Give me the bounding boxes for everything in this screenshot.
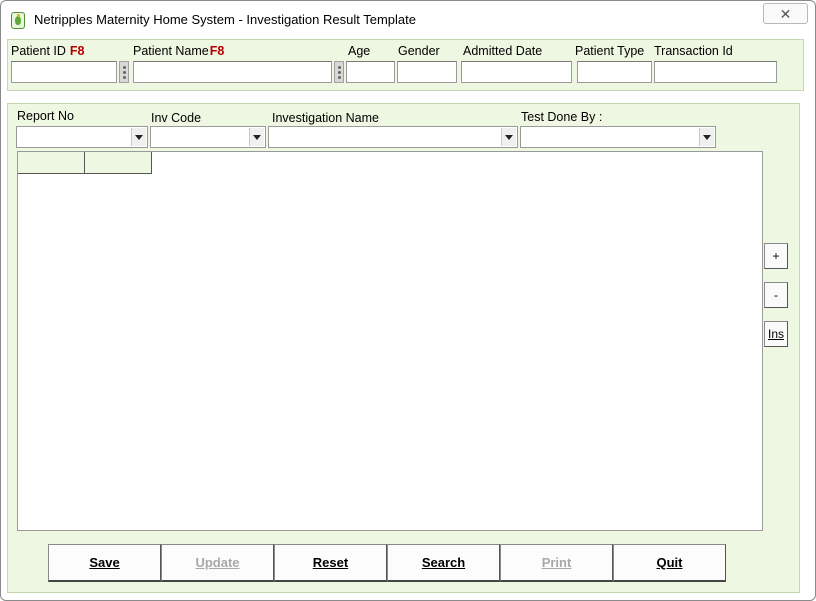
grid-header-cell[interactable] (85, 152, 152, 174)
add-row-button[interactable]: + (764, 243, 788, 269)
investigation-name-label: Investigation Name (272, 111, 380, 125)
results-grid[interactable] (17, 151, 763, 531)
grid-header-row (18, 152, 152, 174)
grid-header-cell[interactable] (18, 152, 85, 174)
chevron-down-icon[interactable] (131, 128, 146, 146)
gender-label: Gender (398, 44, 440, 58)
patient-name-label-text: Patient Name (133, 44, 209, 58)
patient-id-input[interactable] (11, 61, 117, 83)
close-button[interactable]: ✕ (763, 3, 808, 24)
search-button-label: Search (421, 555, 466, 570)
chevron-down-icon[interactable] (699, 128, 714, 146)
update-button[interactable]: Update (161, 544, 274, 582)
report-no-label: Report No (17, 109, 74, 123)
remove-row-button-label: - (774, 288, 778, 302)
print-button-label: Print (541, 555, 572, 570)
search-button[interactable]: Search (387, 544, 500, 582)
patient-type-input[interactable] (577, 61, 652, 83)
transaction-id-label: Transaction Id (654, 44, 733, 58)
age-input[interactable] (346, 61, 395, 83)
window-title: Netripples Maternity Home System - Inves… (34, 12, 416, 27)
save-button-label: Save (89, 555, 120, 570)
patient-type-label: Patient Type (575, 44, 645, 58)
action-bar: Save Update Reset Search Print Quit (48, 544, 726, 582)
admitted-date-label: Admitted Date (463, 44, 543, 58)
quit-button[interactable]: Quit (613, 544, 726, 582)
patient-id-label-text: Patient ID (11, 44, 66, 58)
chevron-down-icon[interactable] (249, 128, 264, 146)
app-window: Netripples Maternity Home System - Inves… (0, 0, 816, 601)
patient-id-hotkey: F8 (69, 44, 85, 58)
age-label: Age (348, 44, 371, 58)
patient-id-lookup-handle[interactable] (119, 61, 129, 83)
admitted-date-input[interactable] (461, 61, 572, 83)
update-button-label: Update (195, 555, 240, 570)
test-done-by-label: Test Done By : (521, 110, 603, 124)
remove-row-button[interactable]: - (764, 282, 788, 308)
investigation-name-dropdown[interactable] (268, 126, 518, 148)
transaction-id-input[interactable] (654, 61, 777, 83)
reset-button[interactable]: Reset (274, 544, 387, 582)
insert-row-button[interactable]: Ins (764, 321, 788, 347)
insert-row-button-label: Ins (767, 327, 784, 341)
inv-code-dropdown[interactable] (150, 126, 266, 148)
gender-input[interactable] (397, 61, 457, 83)
close-icon: ✕ (779, 5, 792, 22)
save-button[interactable]: Save (48, 544, 161, 582)
patient-name-lookup-handle[interactable] (334, 61, 344, 83)
inv-code-label: Inv Code (151, 111, 202, 125)
reset-button-label: Reset (312, 555, 349, 570)
test-done-by-dropdown[interactable] (520, 126, 716, 148)
print-button[interactable]: Print (500, 544, 613, 582)
app-logo-icon (11, 12, 25, 29)
patient-id-label: Patient ID F8 (11, 44, 84, 58)
add-row-button-label: + (772, 249, 780, 263)
patient-name-input[interactable] (133, 61, 332, 83)
patient-name-label: Patient NameF8 (133, 44, 224, 58)
report-no-dropdown[interactable] (16, 126, 148, 148)
chevron-down-icon[interactable] (501, 128, 516, 146)
title-bar: Netripples Maternity Home System - Inves… (1, 1, 815, 37)
patient-name-hotkey: F8 (209, 44, 225, 58)
quit-button-label: Quit (656, 555, 683, 570)
